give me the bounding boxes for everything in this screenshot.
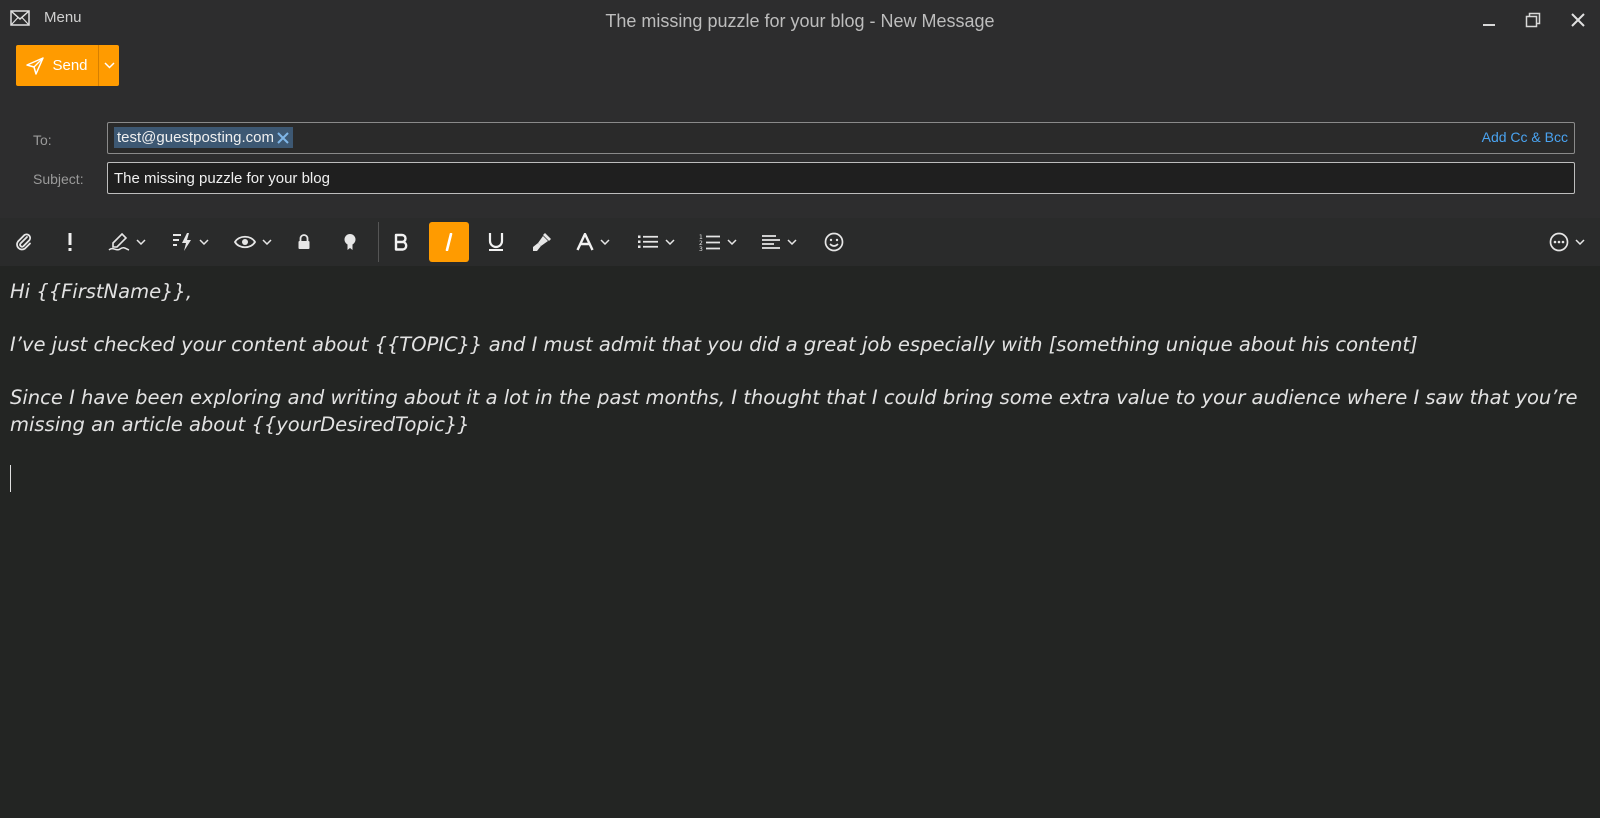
subject-field xyxy=(107,162,1575,194)
encrypt-button[interactable] xyxy=(289,222,319,262)
lock-icon xyxy=(298,234,310,249)
text-cursor xyxy=(10,465,11,492)
bold-icon xyxy=(394,233,408,251)
importance-icon xyxy=(68,233,72,251)
quick-text-icon xyxy=(173,233,191,251)
align-button[interactable] xyxy=(751,222,806,262)
bold-button[interactable] xyxy=(383,222,419,262)
numbered-list-button[interactable]: 123 xyxy=(690,222,745,262)
font-icon xyxy=(576,233,594,251)
send-label: Send xyxy=(52,57,88,74)
emoji-button[interactable] xyxy=(816,222,852,262)
read-receipt-button[interactable] xyxy=(228,222,278,262)
close-button[interactable] xyxy=(1561,6,1595,34)
chevron-down-icon xyxy=(664,239,675,245)
brush-icon xyxy=(533,233,551,251)
importance-button[interactable] xyxy=(55,222,85,262)
toolbar-separator xyxy=(378,222,379,262)
recipient-email: test@guestposting.com xyxy=(117,129,274,146)
chevron-down-icon xyxy=(136,239,146,245)
bullet-list-button[interactable] xyxy=(628,222,683,262)
more-icon xyxy=(1549,232,1569,252)
to-field[interactable]: test@guestposting.com Add Cc & Bcc xyxy=(107,122,1575,154)
body-greeting: Hi {{FirstName}}, xyxy=(10,280,193,303)
svg-text:3: 3 xyxy=(699,246,703,251)
underline-button[interactable] xyxy=(478,222,514,262)
send-icon xyxy=(26,56,45,75)
chevron-down-icon xyxy=(199,239,209,245)
attach-button[interactable] xyxy=(8,222,40,262)
close-icon xyxy=(1571,13,1585,27)
to-label: To: xyxy=(33,132,52,148)
signature-icon xyxy=(108,232,130,251)
emoji-icon xyxy=(824,232,844,252)
recipient-chip[interactable]: test@guestposting.com xyxy=(114,127,293,148)
restore-icon xyxy=(1525,12,1541,28)
italic-button[interactable] xyxy=(429,222,469,262)
signature-button[interactable] xyxy=(102,222,152,262)
compose-header: Menu The missing puzzle for your blog - … xyxy=(0,0,1600,218)
chevron-down-icon xyxy=(600,239,610,245)
quick-text-button[interactable] xyxy=(165,222,215,262)
chevron-down-icon xyxy=(103,62,115,69)
send-button[interactable]: Send xyxy=(16,45,98,86)
title-bar: Menu The missing puzzle for your blog - … xyxy=(0,0,1600,42)
subject-input[interactable] xyxy=(114,168,1554,188)
eye-icon xyxy=(234,235,256,249)
numbered-list-icon: 123 xyxy=(699,234,720,251)
chevron-down-icon xyxy=(726,239,737,245)
formatting-toolbar: 123 xyxy=(0,218,1600,266)
chevron-down-icon xyxy=(786,239,797,245)
message-body[interactable]: Hi {{FirstName}}, I’ve just checked your… xyxy=(10,278,1580,464)
format-painter-button[interactable] xyxy=(524,222,560,262)
body-paragraph-2: Since I have been exploring and writing … xyxy=(10,386,1584,436)
align-left-icon xyxy=(761,235,780,249)
underline-icon xyxy=(488,233,504,251)
send-button-group: Send xyxy=(16,45,119,86)
send-options-button[interactable] xyxy=(99,45,119,86)
window-title: The missing puzzle for your blog - New M… xyxy=(605,11,995,31)
chevron-down-icon xyxy=(1575,239,1585,245)
chevron-down-icon xyxy=(262,239,272,245)
body-paragraph-1: I’ve just checked your content about {{T… xyxy=(10,333,1418,356)
subject-label: Subject: xyxy=(33,171,84,187)
close-icon xyxy=(277,131,289,144)
more-options-button[interactable] xyxy=(1542,222,1592,262)
bullet-list-icon xyxy=(637,235,658,248)
badge-button[interactable] xyxy=(335,222,365,262)
restore-button[interactable] xyxy=(1516,6,1550,34)
add-cc-bcc-link[interactable]: Add Cc & Bcc xyxy=(1482,129,1568,145)
italic-icon xyxy=(445,233,453,251)
attach-icon xyxy=(16,233,31,251)
font-color-button[interactable] xyxy=(568,222,618,262)
minimize-button[interactable] xyxy=(1472,6,1506,34)
remove-recipient-button[interactable] xyxy=(277,131,289,144)
badge-icon xyxy=(344,234,356,250)
minimize-icon xyxy=(1483,24,1495,26)
